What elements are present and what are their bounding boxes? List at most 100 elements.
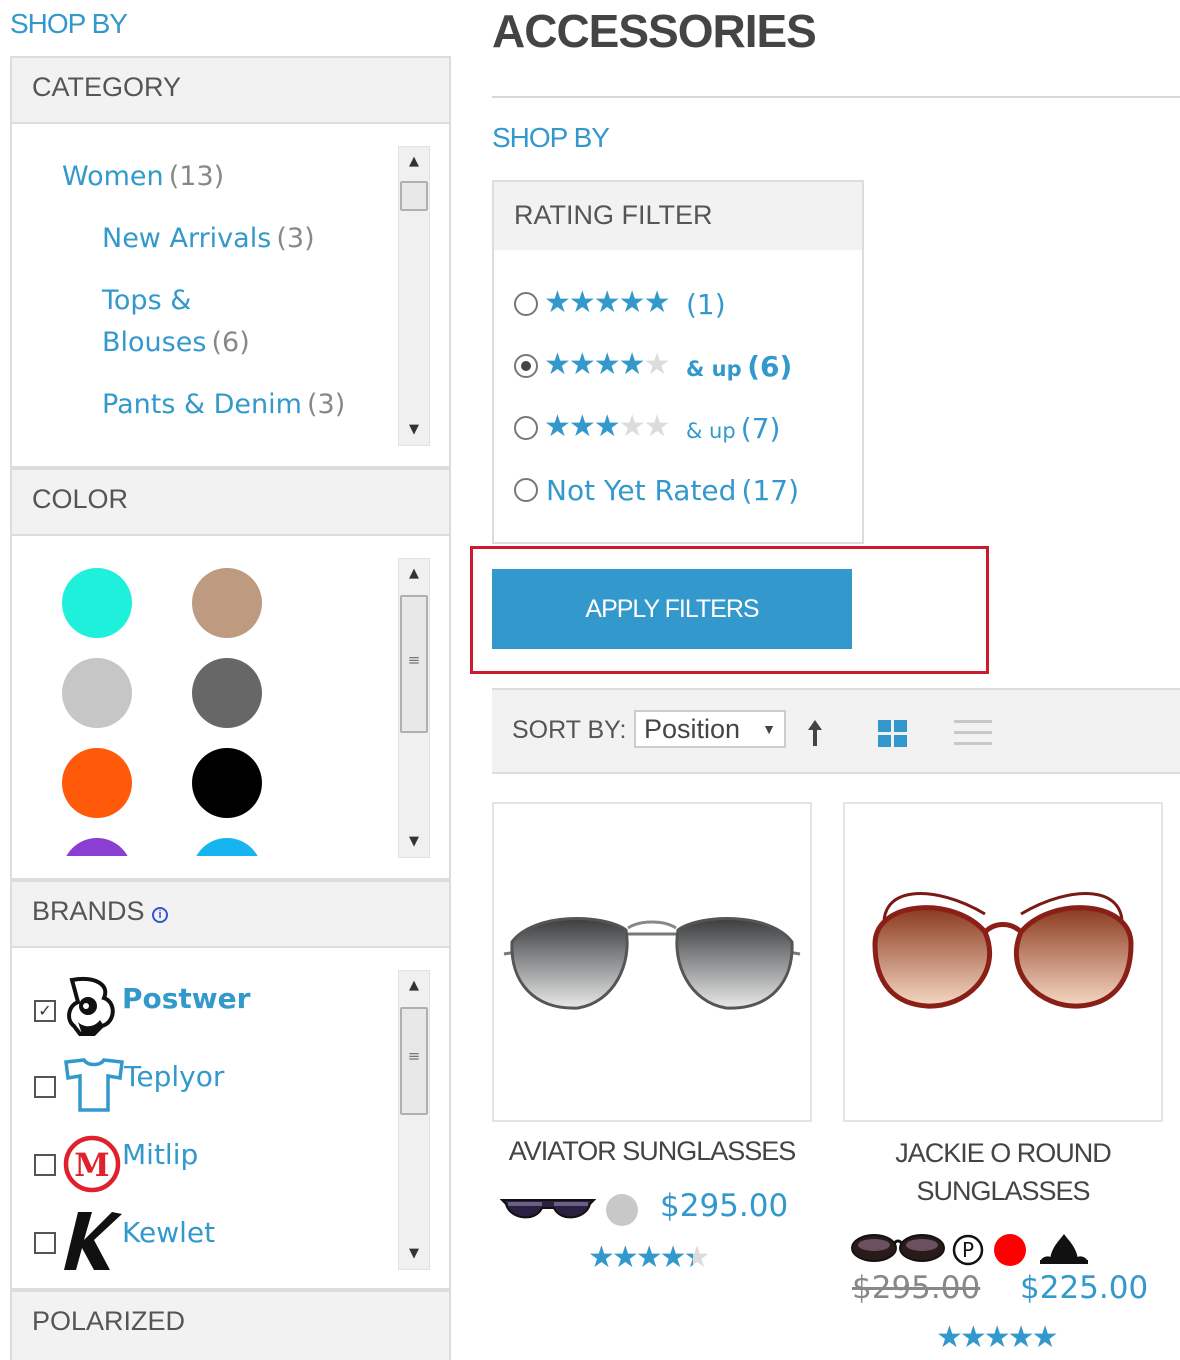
- color-heading[interactable]: COLOR: [10, 468, 451, 536]
- scroll-down-icon[interactable]: ▼: [399, 827, 429, 857]
- product-name[interactable]: JACKIE O ROUND SUNGLASSES: [843, 1134, 1163, 1210]
- scroll-up-icon[interactable]: ▲: [399, 147, 429, 177]
- rating-count: (17): [741, 474, 799, 507]
- list-view-icon[interactable]: [954, 718, 992, 748]
- rating-filter-heading[interactable]: RATING FILTER: [492, 180, 864, 252]
- category-scrollbar[interactable]: ▲ ▼: [398, 146, 430, 446]
- category-count: (6): [211, 327, 250, 358]
- svg-text:M: M: [74, 1146, 109, 1184]
- category-count: (3): [276, 223, 315, 254]
- rating-radio[interactable]: [514, 292, 538, 316]
- rating-label: & up (6): [686, 350, 792, 383]
- sunglasses-swatch-icon[interactable]: [500, 1192, 596, 1228]
- rating-radio[interactable]: [514, 354, 538, 378]
- product-image-aviator[interactable]: [492, 802, 812, 1122]
- category-item-new-arrivals[interactable]: New Arrivals (3): [102, 218, 315, 260]
- scroll-up-icon[interactable]: ▲: [399, 971, 429, 1001]
- color-swatch-grid: [12, 536, 392, 856]
- product-name-line2: SUNGLASSES: [916, 1176, 1090, 1206]
- category-heading[interactable]: CATEGORY: [10, 56, 451, 124]
- brand-checkbox-mitlip[interactable]: [34, 1154, 56, 1176]
- color-swatch[interactable]: [62, 838, 132, 856]
- brand-trefoil-icon[interactable]: [1038, 1232, 1090, 1266]
- brands-heading[interactable]: BRANDS i: [10, 880, 451, 948]
- scroll-up-icon[interactable]: ▲: [399, 559, 429, 589]
- rating-label: & up (7): [686, 412, 780, 445]
- category-label[interactable]: New Arrivals: [102, 223, 271, 254]
- category-item-tops-blouses[interactable]: Tops & Blouses (6): [102, 280, 250, 364]
- color-swatch[interactable]: [62, 568, 132, 638]
- scroll-down-icon[interactable]: ▼: [399, 415, 429, 445]
- aviator-sunglasses-image: [503, 917, 801, 1010]
- category-count: (13): [168, 161, 225, 192]
- category-item-women[interactable]: Women (13): [62, 156, 224, 198]
- rating-count: (6): [747, 350, 793, 383]
- page-title: ACCESSORIES: [492, 5, 817, 57]
- color-swatch[interactable]: [192, 748, 262, 818]
- brands-scrollbar[interactable]: ▲ ≡ ▼: [398, 970, 430, 1270]
- sort-select[interactable]: Position ▼: [634, 710, 786, 748]
- color-swatch[interactable]: [606, 1194, 638, 1226]
- rating-radio[interactable]: [514, 416, 538, 440]
- color-swatch[interactable]: [62, 748, 132, 818]
- polarized-p-icon[interactable]: P: [952, 1234, 984, 1266]
- sidebar-title: SHOP BY: [10, 8, 128, 39]
- sort-label: SORT BY:: [512, 716, 627, 744]
- brand-checkbox-teplyor[interactable]: [34, 1076, 56, 1098]
- rating-suffix: & up: [686, 419, 736, 443]
- product-price: $295.00: [660, 1188, 789, 1224]
- scroll-thumb[interactable]: ≡: [400, 1007, 428, 1115]
- star-rating-icon: ★★★★★: [544, 409, 670, 444]
- grid-view-icon[interactable]: [878, 720, 908, 748]
- category-panel: Women (13) New Arrivals (3) Tops & Blous…: [10, 124, 451, 468]
- brand-name-postwer[interactable]: Postwer: [122, 982, 250, 1015]
- color-swatch[interactable]: [994, 1234, 1026, 1266]
- color-swatch[interactable]: [192, 568, 262, 638]
- rating-radio[interactable]: [514, 478, 538, 502]
- rating-option-not-rated[interactable]: Not Yet Rated (17): [514, 474, 854, 514]
- rating-count: (7): [740, 412, 781, 445]
- brand-checkbox-kewlet[interactable]: [34, 1232, 56, 1254]
- rating-option-5[interactable]: ★★★★★ (1): [514, 285, 854, 328]
- brand-name-kewlet[interactable]: Kewlet: [122, 1216, 215, 1249]
- scroll-down-icon[interactable]: ▼: [399, 1239, 429, 1269]
- m-circle-logo-icon: M: [63, 1135, 121, 1193]
- product-name-line1: JACKIE O ROUND: [895, 1138, 1112, 1168]
- color-scrollbar[interactable]: ▲ ≡ ▼: [398, 558, 430, 858]
- color-swatch[interactable]: [192, 658, 262, 728]
- sunglasses-swatch-icon[interactable]: [850, 1232, 946, 1266]
- category-item-pants-denim[interactable]: Pants & Denim (3): [102, 384, 345, 426]
- polarized-heading[interactable]: POLARIZED: [10, 1290, 451, 1360]
- brands-heading-label: BRANDS: [32, 896, 145, 926]
- rating-suffix: & up: [686, 357, 742, 381]
- chevron-down-icon: ▼: [762, 721, 776, 737]
- category-label-line1[interactable]: Tops &: [102, 280, 250, 322]
- rating-option-3[interactable]: ★★★★★ & up (7): [514, 409, 854, 452]
- brand-name-mitlip[interactable]: Mitlip: [122, 1138, 198, 1171]
- category-label-line2[interactable]: Blouses: [102, 327, 206, 358]
- category-label[interactable]: Pants & Denim: [102, 389, 302, 420]
- shop-by-title: SHOP BY: [492, 122, 610, 153]
- brands-panel: ✓ Postwer Teplyor M Mitlip Kewlet ▲ ≡ ▼: [10, 948, 451, 1290]
- round-sunglasses-image: [872, 892, 1134, 1009]
- title-divider: [492, 96, 1180, 98]
- sort-toolbar: SORT BY: Position ▼: [492, 688, 1180, 774]
- arrow-up-icon[interactable]: [806, 718, 824, 748]
- scroll-thumb[interactable]: [400, 181, 428, 211]
- star-rating-icon: ★★★★★: [544, 347, 670, 382]
- product-name[interactable]: AVIATOR SUNGLASSES: [492, 1132, 812, 1170]
- color-swatch[interactable]: [192, 838, 262, 856]
- brand-checkbox-postwer[interactable]: ✓: [34, 1000, 56, 1022]
- product-rating-stars: ★★★★★: [588, 1240, 710, 1275]
- brand-name-teplyor[interactable]: Teplyor: [124, 1060, 224, 1093]
- rating-option-4[interactable]: ★★★★★ & up (6): [514, 347, 854, 390]
- rating-filter-panel: ★★★★★ (1) ★★★★★ & up (6) ★★★★★ & up (7) …: [492, 250, 864, 544]
- color-swatch[interactable]: [62, 658, 132, 728]
- apply-filters-button[interactable]: APPLY FILTERS: [492, 569, 852, 649]
- product-image-jackie-o[interactable]: [843, 802, 1163, 1122]
- scroll-thumb[interactable]: ≡: [400, 595, 428, 733]
- info-icon[interactable]: i: [152, 907, 169, 923]
- category-label[interactable]: Women: [62, 161, 164, 192]
- rating-count: (1): [686, 288, 726, 321]
- sort-select-value: Position: [644, 714, 741, 744]
